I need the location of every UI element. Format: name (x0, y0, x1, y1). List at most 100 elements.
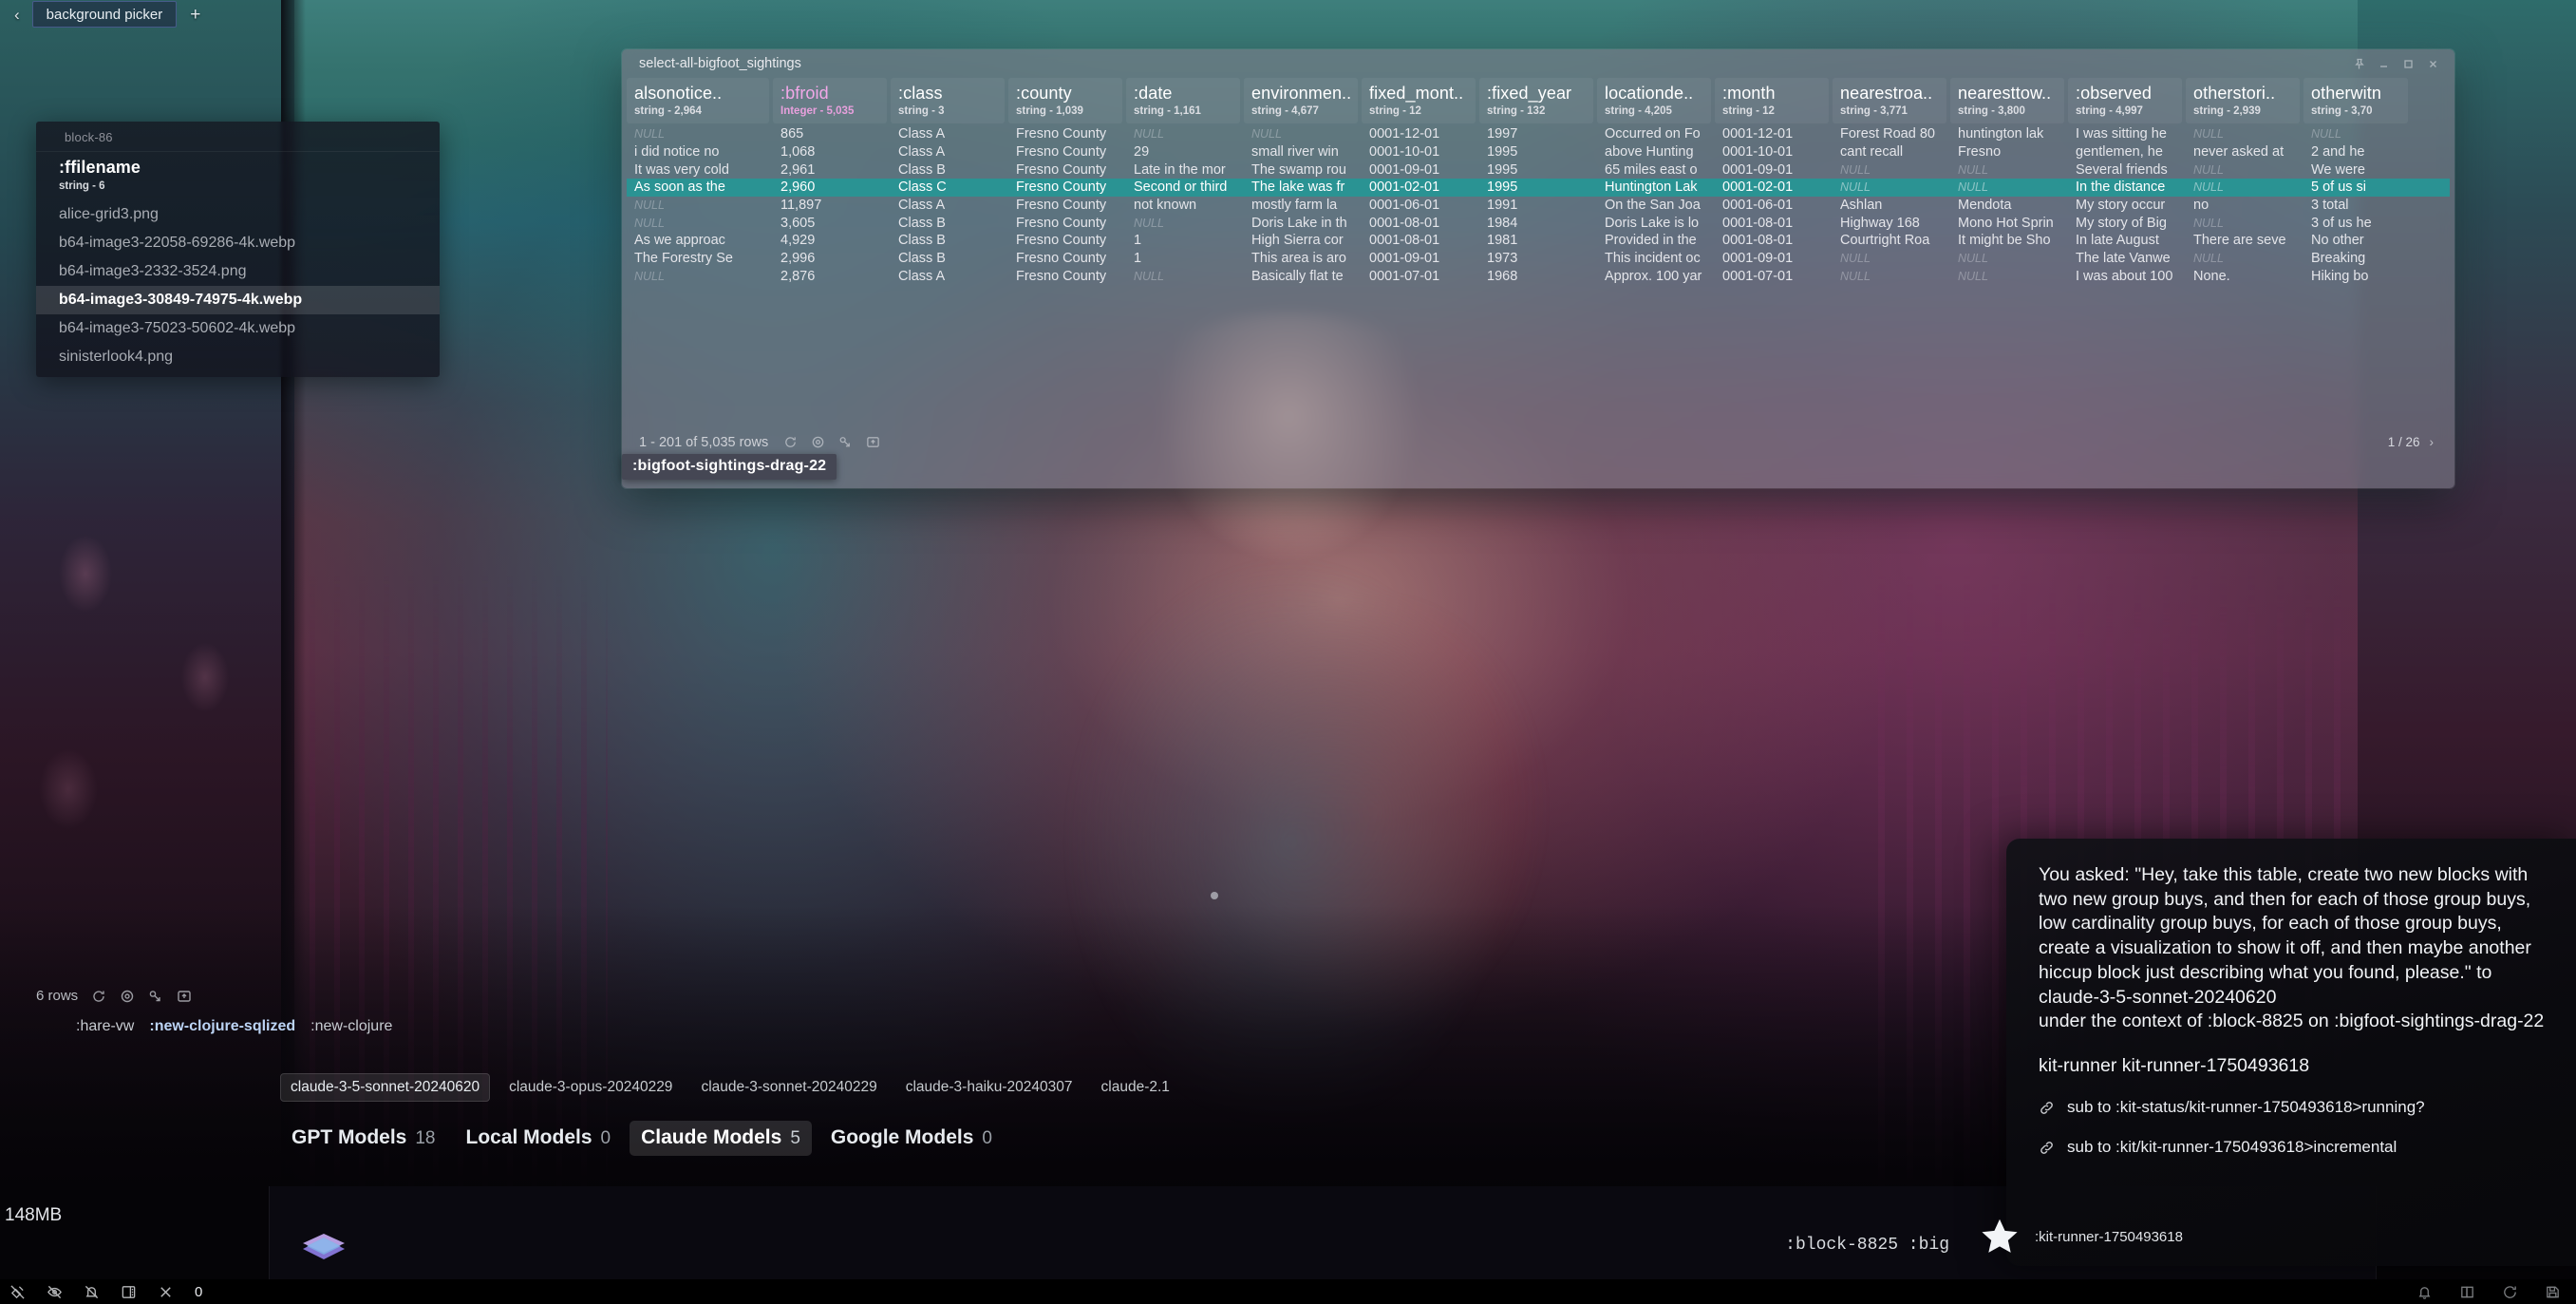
table-cell[interactable]: It might be Sho (1950, 233, 2064, 248)
table-cell[interactable]: NULL (1833, 180, 1946, 194)
table-column-header[interactable]: alsonotice..string - 2,964 (627, 78, 769, 123)
table-cell[interactable]: NULL (1244, 127, 1358, 141)
table-cell[interactable]: 1981 (1479, 233, 1593, 248)
table-cell[interactable]: 2 and he (2303, 144, 2408, 160)
table-cell[interactable]: NULL (1833, 163, 1946, 177)
table-cell[interactable]: Fresno County (1008, 162, 1122, 178)
table-cell[interactable]: NULL (1126, 127, 1240, 141)
table-cell[interactable]: 3 total (2303, 198, 2408, 213)
table-cell[interactable]: Huntington Lak (1597, 180, 1711, 195)
target-icon[interactable] (811, 435, 825, 449)
table-column-header[interactable]: nearestroa..string - 3,771 (1833, 78, 1946, 123)
table-cell[interactable]: 865 (773, 126, 887, 142)
table-cell[interactable]: 0001-12-01 (1362, 126, 1476, 142)
table-cell[interactable]: Fresno (1950, 144, 2064, 160)
table-cell[interactable]: This area is aro (1244, 251, 1358, 266)
table-cell[interactable]: Fresno County (1008, 216, 1122, 231)
table-row[interactable]: NULL865Class AFresno CountyNULLNULL0001-… (627, 125, 2450, 143)
satellite-off-icon[interactable] (9, 1284, 26, 1300)
star-icon[interactable] (1978, 1215, 2021, 1258)
table-cell[interactable]: Class B (891, 216, 1005, 231)
pin-icon[interactable] (2353, 58, 2365, 70)
table-cell[interactable]: None. (2186, 269, 2300, 284)
table-cell[interactable]: On the San Joa (1597, 198, 1711, 213)
table-row[interactable]: The Forestry Se2,996Class BFresno County… (627, 250, 2450, 268)
table-cell[interactable]: 0001-08-01 (1362, 233, 1476, 248)
export-icon[interactable] (866, 435, 880, 449)
table-cell[interactable]: 4,929 (773, 233, 887, 248)
table-cell[interactable]: I was sitting he (2068, 126, 2182, 142)
table-cell[interactable]: 2,961 (773, 162, 887, 178)
table-cell[interactable]: There are seve (2186, 233, 2300, 248)
table-cell[interactable]: Ashlan (1833, 198, 1946, 213)
table-column-header[interactable]: :classstring - 3 (891, 78, 1005, 123)
table-cell[interactable]: 1 (1126, 251, 1240, 266)
table-cell[interactable]: 1,068 (773, 144, 887, 160)
table-cell[interactable]: 1 (1126, 233, 1240, 248)
table-cell[interactable]: 0001-10-01 (1362, 144, 1476, 160)
table-cell[interactable]: Class A (891, 126, 1005, 142)
table-cell[interactable]: small river win (1244, 144, 1358, 160)
table-cell[interactable]: NULL (2186, 180, 2300, 194)
table-cell[interactable]: Several friends (2068, 162, 2182, 178)
model-group-tab[interactable]: Google Models0 (819, 1121, 1004, 1156)
table-cell[interactable]: NULL (1950, 180, 2064, 194)
file-list-item[interactable]: b64-image3-30849-74975-4k.webp (36, 286, 440, 314)
table-column-header[interactable]: :countystring - 1,039 (1008, 78, 1122, 123)
table-cell[interactable]: Approx. 100 yar (1597, 269, 1711, 284)
table-cell[interactable]: NULL (627, 217, 769, 230)
table-column-header[interactable]: otherstori..string - 2,939 (2186, 78, 2300, 123)
eye-off-icon[interactable] (47, 1284, 63, 1300)
table-cell[interactable]: 3,605 (773, 216, 887, 231)
table-cell[interactable]: 0001-09-01 (1362, 251, 1476, 266)
table-cell[interactable]: 2,960 (773, 180, 887, 195)
table-cell[interactable]: Basically flat te (1244, 269, 1358, 284)
table-cell[interactable]: never asked at (2186, 144, 2300, 160)
table-cell[interactable]: NULL (1833, 252, 1946, 265)
table-column-header[interactable]: nearesttow..string - 3,800 (1950, 78, 2064, 123)
table-cell[interactable]: 1997 (1479, 126, 1593, 142)
table-cell[interactable]: Fresno County (1008, 233, 1122, 248)
book-icon[interactable] (2459, 1284, 2475, 1300)
table-cell[interactable]: High Sierra cor (1244, 233, 1358, 248)
table-cell[interactable]: above Hunting (1597, 144, 1711, 160)
model-chip[interactable]: claude-3-sonnet-20240229 (691, 1074, 886, 1101)
model-chip[interactable]: claude-3-5-sonnet-20240620 (280, 1073, 490, 1102)
table-row[interactable]: NULL2,876Class AFresno CountyNULLBasical… (627, 268, 2450, 286)
file-column-header[interactable]: :ffilename string - 6 (36, 151, 440, 200)
table-cell[interactable]: 0001-08-01 (1715, 233, 1829, 248)
table-cell[interactable]: NULL (1126, 217, 1240, 230)
table-cell[interactable]: Class A (891, 198, 1005, 213)
table-cell[interactable]: not known (1126, 198, 1240, 213)
table-cell[interactable]: In the distance (2068, 180, 2182, 195)
panel-icon[interactable] (121, 1284, 137, 1300)
table-cell[interactable]: 1995 (1479, 180, 1593, 195)
model-chip[interactable]: claude-3-opus-20240229 (499, 1074, 682, 1101)
export-icon[interactable] (177, 989, 192, 1004)
table-cell[interactable]: The late Vanwe (2068, 251, 2182, 266)
table-column-header[interactable]: :observedstring - 4,997 (2068, 78, 2182, 123)
table-column-header[interactable]: environmen..string - 4,677 (1244, 78, 1358, 123)
table-cell[interactable]: 1995 (1479, 144, 1593, 160)
table-cell[interactable]: 3 of us he (2303, 216, 2408, 231)
table-cell[interactable]: Highway 168 (1833, 216, 1946, 231)
table-cell[interactable]: Mono Hot Sprin (1950, 216, 2064, 231)
table-cell[interactable]: The lake was fr (1244, 180, 1358, 195)
chevron-right-icon[interactable]: › (2430, 435, 2435, 449)
table-cell[interactable]: NULL (2186, 217, 2300, 230)
table-cell[interactable]: As soon as the (627, 180, 769, 195)
table-cell[interactable]: 65 miles east o (1597, 162, 1711, 178)
table-cell[interactable]: No other (2303, 233, 2408, 248)
refresh-icon[interactable] (91, 989, 106, 1004)
table-cell[interactable]: mostly farm la (1244, 198, 1358, 213)
table-cell[interactable]: NULL (2186, 163, 2300, 177)
toast-subscription-line[interactable]: sub to :kit-status/kit-runner-1750493618… (2039, 1098, 2553, 1117)
table-cell[interactable]: cant recall (1833, 144, 1946, 160)
view-tag[interactable]: :hare-vw (76, 1018, 134, 1035)
plus-icon[interactable]: + (182, 6, 208, 24)
table-cell[interactable]: 1995 (1479, 162, 1593, 178)
tab-background-picker[interactable]: background picker (32, 1, 178, 28)
table-cell[interactable]: Class B (891, 251, 1005, 266)
table-row[interactable]: As soon as the2,960Class CFresno CountyS… (627, 179, 2450, 197)
shuffle-icon[interactable] (838, 435, 853, 449)
